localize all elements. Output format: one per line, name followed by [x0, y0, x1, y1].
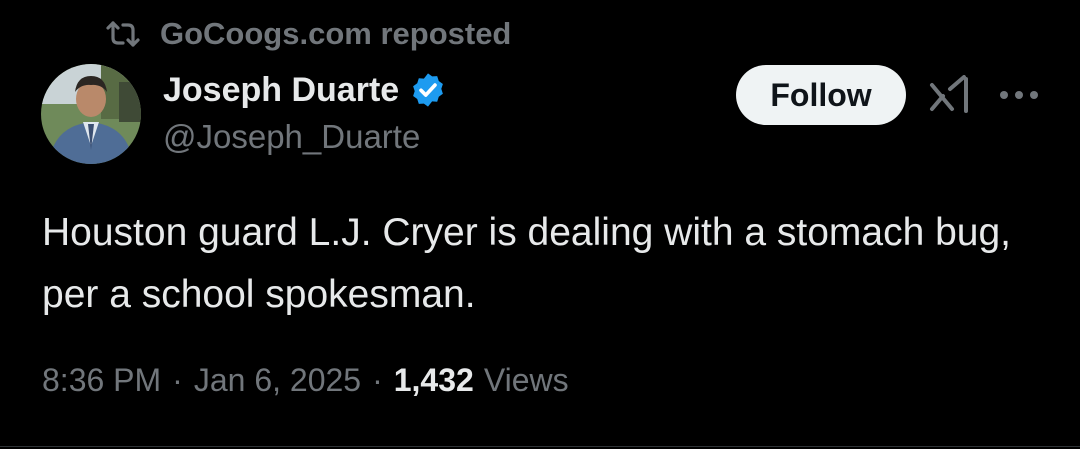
repost-header[interactable]: GoCoogs.com reposted: [104, 14, 511, 54]
display-name[interactable]: Joseph Duarte: [163, 71, 399, 110]
divider: [0, 446, 1080, 447]
tweet-text: Houston guard L.J. Cryer is dealing with…: [42, 211, 1012, 316]
author-info[interactable]: Joseph Duarte @Joseph_Duarte: [163, 66, 447, 156]
repost-icon: [104, 19, 142, 49]
verified-badge-icon: [409, 71, 447, 109]
meta-separator: ·: [372, 362, 383, 398]
follow-button[interactable]: Follow: [736, 65, 906, 125]
repost-text[interactable]: GoCoogs.com reposted: [160, 16, 511, 52]
tweet-meta: 8:36 PM · Jan 6, 2025 · 1,432 Views: [42, 362, 569, 399]
meta-separator: ·: [172, 362, 183, 398]
handle[interactable]: @Joseph_Duarte: [163, 118, 447, 156]
view-count[interactable]: 1,432: [394, 362, 474, 399]
views-label[interactable]: Views: [484, 362, 569, 399]
tweet-date[interactable]: Jan 6, 2025: [194, 362, 361, 399]
more-icon[interactable]: [996, 80, 1042, 110]
tweet-time[interactable]: 8:36 PM: [42, 362, 161, 399]
grok-icon[interactable]: [928, 75, 972, 113]
avatar[interactable]: [41, 64, 141, 164]
